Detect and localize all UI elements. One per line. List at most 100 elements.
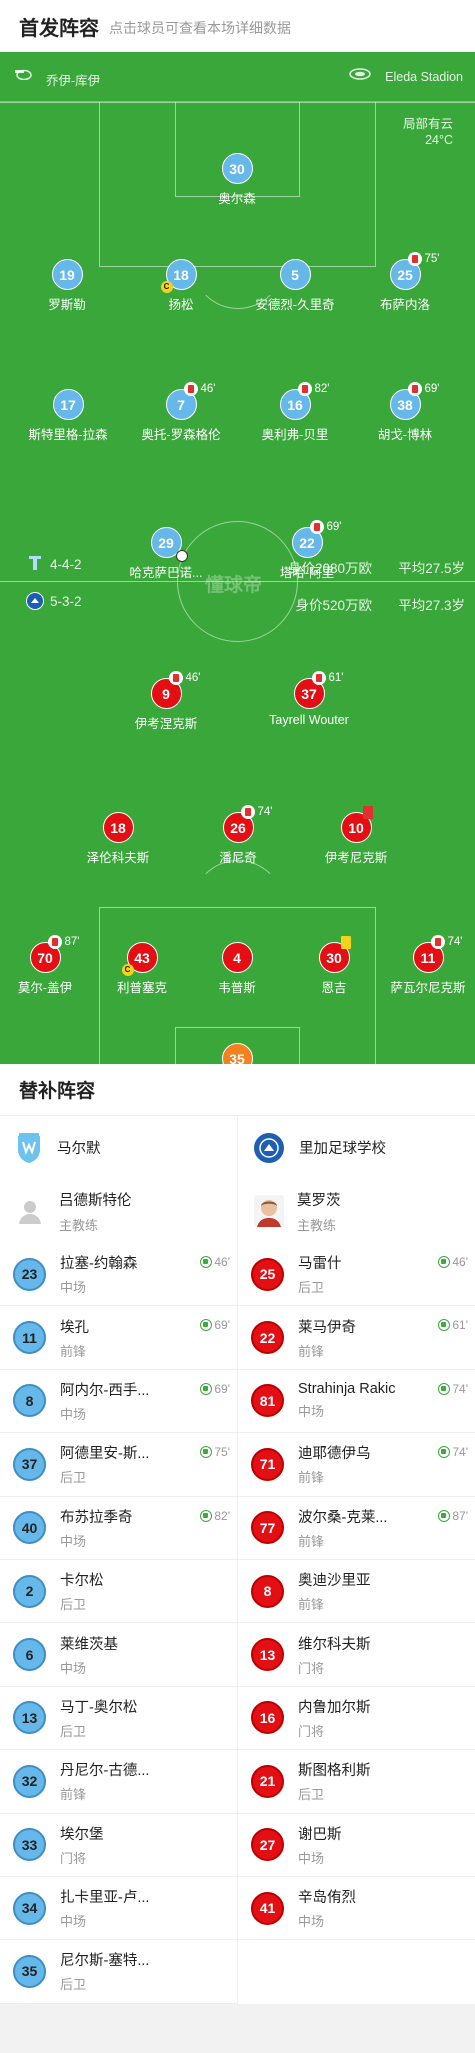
sub-off-minute: 74' — [447, 936, 463, 948]
home-player[interactable]: 18 C 扬松 — [121, 259, 241, 313]
away-player[interactable]: 35马里奇 — [177, 1043, 297, 1064]
sub-on-minute: 46' — [452, 1255, 468, 1269]
player-number: 23 — [13, 1257, 46, 1291]
away-team-name: 里加足球学校 — [299, 1141, 386, 1157]
away-team-row[interactable]: 里加足球学校 — [238, 1116, 475, 1179]
player-position: 后卫 — [60, 1597, 87, 1613]
player-number: 26 — [222, 812, 254, 843]
sub-player-row[interactable]: 32 丹尼尔-古德... 前锋 — [0, 1750, 237, 1814]
sub-player-row[interactable]: 21 斯图格利斯 后卫 — [238, 1750, 475, 1814]
sub-player-row[interactable]: 8 奥迪沙里亚 前锋 — [238, 1560, 475, 1624]
home-player[interactable]: 38 69' 胡戈-博林 — [345, 382, 465, 443]
sub-player-row[interactable]: 25 马雷什 后卫 46' — [238, 1243, 475, 1307]
player-name: 扬松 — [168, 298, 194, 312]
player-name: 塔哈-阿里 — [279, 566, 335, 580]
sub-off-minute: 75' — [424, 253, 440, 265]
player-name: 埃尔堡 — [60, 1826, 104, 1843]
home-player[interactable]: 5 安德烈-久里奇 — [235, 259, 355, 313]
player-position: 中场 — [60, 1660, 87, 1676]
player-position: 前锋 — [298, 1597, 325, 1613]
sub-player-row[interactable]: 35 尼尔斯-塞特... 后卫 — [0, 1940, 237, 2004]
home-player[interactable]: 16 82' 奥利弗-贝里 — [235, 382, 355, 443]
sub-player-row[interactable]: 81 Strahinja Rakic 中场 74' — [238, 1370, 475, 1434]
sub-on-minute: 61' — [452, 1318, 468, 1333]
player-name: 胡戈-博林 — [377, 428, 433, 442]
away-subs-column: 里加足球学校 莫罗茨 主教练 25 马雷什 后卫 46' 22 莱马伊奇 前锋 61' 81 Str… — [237, 1116, 475, 2004]
sub-on-tag: 82' — [200, 1509, 230, 1523]
home-player[interactable]: 17 斯特里格-拉森 — [8, 389, 128, 443]
home-player[interactable]: 25 75' 布萨内洛 — [345, 252, 465, 313]
player-number: 40 — [13, 1511, 46, 1545]
player-position: 后卫 — [60, 1977, 87, 1993]
sub-on-icon — [438, 1256, 451, 1268]
player-number: 35 — [13, 1954, 46, 1988]
player-name: 阿内尔-西手... — [60, 1382, 150, 1399]
sub-player-row[interactable]: 40 布苏拉季奇 中场 82' — [0, 1497, 237, 1560]
away-player[interactable]: 9 46' 伊考涅克斯 — [106, 671, 226, 732]
sub-player-row[interactable]: 71 迪耶德伊乌 前锋 74' — [238, 1433, 475, 1497]
subs-title: 替补阵容 — [0, 1064, 475, 1116]
sub-player-row[interactable]: 37 阿德里安-斯... 后卫 75' — [0, 1433, 237, 1497]
home-team-row[interactable]: 马尔默 — [0, 1116, 237, 1179]
player-number: 34 — [13, 1891, 46, 1925]
away-player[interactable]: 18 泽伦科夫斯 — [58, 812, 178, 866]
sub-player-row[interactable]: 22 莱马伊奇 前锋 61' — [238, 1306, 475, 1370]
sub-player-row[interactable]: 6 莱维茨基 中场 — [0, 1623, 237, 1687]
player-name: 布萨内洛 — [379, 298, 430, 312]
player-number: 43 — [126, 942, 158, 973]
player-number: 32 — [13, 1764, 46, 1798]
sub-player-row[interactable]: 13 维尔科夫斯 门将 — [238, 1623, 475, 1687]
player-name: 莱维茨基 — [60, 1636, 118, 1653]
home-coach-row[interactable]: 吕德斯特伦 主教练 — [0, 1179, 237, 1243]
sub-player-row[interactable]: 23 拉塞-约翰森 中场 46' — [0, 1243, 237, 1307]
home-avg-age: 平均27.5岁 — [398, 561, 465, 576]
sub-player-row[interactable]: 8 阿内尔-西手... 中场 69' — [0, 1370, 237, 1434]
page-subtitle: 点击球员可查看本场详细数据 — [109, 19, 291, 36]
away-player[interactable]: 10 伊考尼克斯 — [296, 806, 416, 866]
away-player[interactable]: 11 74' 萨瓦尔尼克斯 — [368, 935, 475, 996]
away-player[interactable]: 37 61' Tayrell Wouter — [249, 671, 369, 727]
sub-player-row[interactable]: 34 扎卡里亚-卢... 中场 — [0, 1877, 237, 1941]
away-coach-row[interactable]: 莫罗茨 主教练 — [238, 1179, 475, 1243]
sub-player-row[interactable]: 41 辛岛侑烈 中场 — [238, 1877, 475, 1941]
sub-on-tag: 69' — [200, 1382, 230, 1396]
player-name: 内鲁加尔斯 — [298, 1699, 371, 1716]
sub-off-minute: 87' — [64, 936, 80, 948]
away-player[interactable]: 26 74' 潘尼奇 — [178, 805, 298, 866]
player-position: 后卫 — [60, 1470, 87, 1486]
player-position: 前锋 — [60, 1787, 87, 1803]
player-number: 37 — [293, 678, 325, 709]
sub-on-icon — [200, 1382, 213, 1395]
sub-on-minute: 75' — [214, 1445, 230, 1460]
player-number: 71 — [251, 1447, 284, 1481]
home-subs-column: 马尔默 吕德斯特伦 主教练 23 拉塞-约翰森 中场 46' 11 埃孔 前锋 69' 8 阿内尔-… — [0, 1116, 237, 2004]
player-position: 中场 — [60, 1406, 87, 1422]
home-coach-role: 主教练 — [59, 1217, 99, 1233]
player-name: 卡尔松 — [60, 1573, 104, 1590]
sub-player-row[interactable]: 33 埃尔堡 门将 — [0, 1814, 237, 1877]
home-player[interactable]: 29 哈克萨巴诺... — [106, 527, 226, 581]
sub-on-tag: 75' — [200, 1445, 230, 1459]
sub-player-row[interactable]: 27 谢巴斯 中场 — [238, 1814, 475, 1877]
sub-on-minute: 69' — [214, 1318, 230, 1333]
home-player[interactable]: 30 奥尔森 — [177, 153, 297, 207]
sub-on-tag: 46' — [200, 1255, 230, 1269]
player-name: 斯特里格-拉森 — [28, 428, 108, 442]
home-player[interactable]: 7 46' 奥托-罗森格伦 — [121, 382, 241, 443]
sub-player-row[interactable]: 11 埃孔 前锋 69' — [0, 1306, 237, 1370]
sub-on-tag: 87' — [438, 1509, 468, 1523]
sub-player-row[interactable]: 16 内鲁加尔斯 门将 — [238, 1687, 475, 1751]
player-number: 41 — [251, 1891, 284, 1925]
home-player[interactable]: 19 罗斯勒 — [7, 259, 127, 313]
player-number: 11 — [412, 942, 444, 973]
home-formation-icon — [29, 556, 41, 570]
player-position: 前锋 — [298, 1533, 325, 1549]
sub-on-minute: 46' — [214, 1255, 230, 1269]
sub-player-row[interactable]: 2 卡尔松 后卫 — [0, 1560, 237, 1624]
sub-player-row[interactable]: 13 马丁-奥尔松 后卫 — [0, 1687, 237, 1751]
sub-player-row[interactable]: 77 波尔桑-克莱... 前锋 87' — [238, 1497, 475, 1560]
home-player[interactable]: 22 69' 塔哈-阿里 — [247, 520, 367, 581]
sub-off-minute: 82' — [314, 383, 330, 395]
sub-on-icon — [438, 1319, 451, 1332]
sub-off-minute: 69' — [326, 521, 342, 533]
